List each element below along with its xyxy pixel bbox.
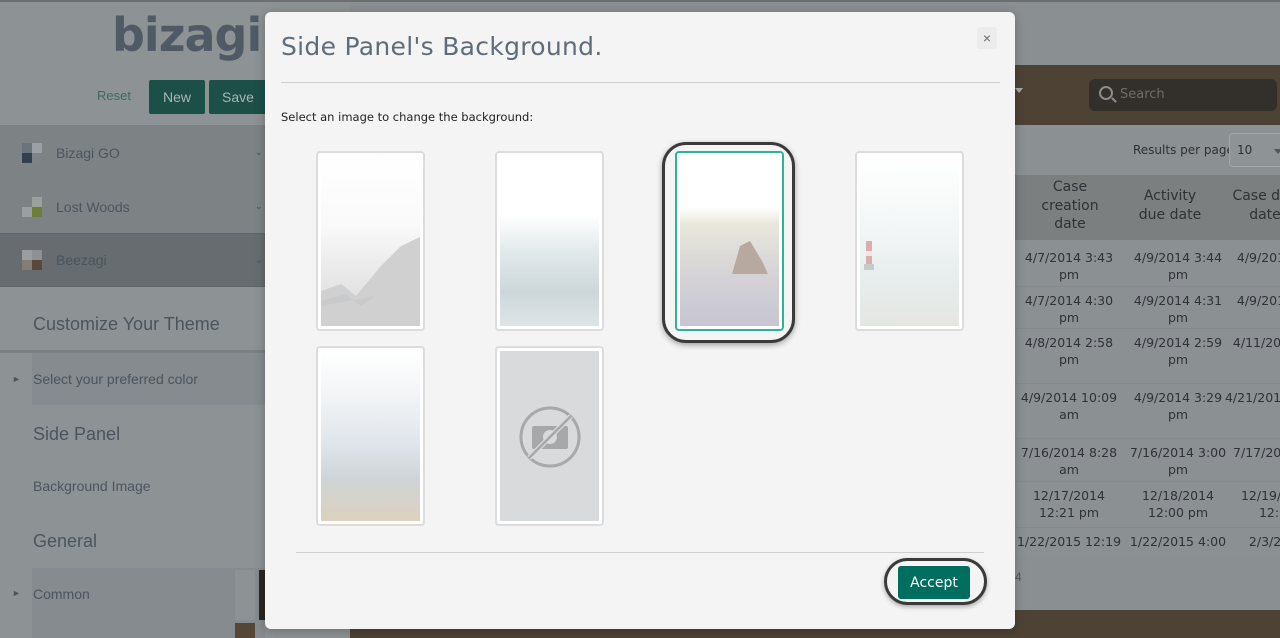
table-cell: 4/7/2014 4:30 pm [1024, 293, 1114, 325]
table-cell: 4/9/2014 pm [1236, 293, 1280, 308]
row-divider [1015, 328, 1280, 329]
select-color-label[interactable]: Select your preferred color [33, 371, 198, 387]
theme-swatch-icon [22, 142, 42, 163]
row-divider [1015, 481, 1280, 482]
row-divider [1015, 527, 1280, 528]
table-cell: 4/9/2014 2:59 pm [1133, 335, 1223, 367]
results-per-page-value: 10 [1237, 143, 1253, 157]
bg-option-mountain[interactable] [316, 151, 425, 331]
theme-swatch-icon [22, 196, 42, 217]
pager-page[interactable]: 4 [1015, 570, 1022, 584]
theme-item-bizagi-go[interactable]: Bizagi GO ⌄ [0, 125, 265, 179]
table-cell: 4/9/2014 10:09 am [1020, 390, 1118, 422]
no-image-placeholder [500, 351, 599, 521]
accept-button[interactable]: Accept [898, 566, 970, 599]
table-cell: 12/18/2014 12:00 pm [1141, 488, 1215, 520]
column-header[interactable]: Case due date [1225, 187, 1280, 224]
bg-option-sea-rock[interactable] [675, 151, 784, 331]
table-cell: 4/9/2014 pm [1236, 250, 1280, 265]
table-cell: 1/22/2015 4:00 [1129, 534, 1227, 549]
chevron-down-icon: ⌄ [254, 254, 263, 266]
table-cell: 12/17/2014 12:21 pm [1032, 488, 1106, 520]
bg-option-lighthouse[interactable] [855, 151, 964, 331]
glacier-image [500, 156, 599, 326]
table-cell: 4/9/2014 3:44 pm [1133, 250, 1223, 282]
table-cell: 4/7/2014 3:43 pm [1024, 250, 1114, 282]
search-input[interactable]: Search [1089, 79, 1277, 111]
dialog-instruction: Select an image to change the background… [281, 110, 534, 124]
bg-option-glacier[interactable] [495, 151, 604, 331]
table-cell: 4/11/2014 pm [1232, 335, 1280, 350]
row-divider [1015, 383, 1280, 384]
results-per-page-label: Results per page [1133, 143, 1234, 157]
lighthouse-image [860, 156, 959, 326]
search-placeholder: Search [1120, 87, 1165, 102]
sea-rock-image [680, 156, 779, 326]
theme-name: Bizagi GO [56, 144, 120, 161]
background-image-label[interactable]: Background Image [33, 478, 151, 494]
theme-name: Beezagi [56, 252, 107, 268]
close-button[interactable]: × [977, 27, 997, 49]
row-divider [1015, 438, 1280, 439]
caret-right-icon: ► [12, 588, 21, 598]
table-cell: 2/3/2015 [1248, 534, 1280, 549]
color-chip[interactable] [235, 570, 255, 620]
table-cell: 7/16/2014 8:28 am [1020, 445, 1118, 477]
laptop-image [321, 351, 420, 521]
table-cell: 7/16/2014 3:00 pm [1129, 445, 1227, 477]
table-cell: 4/9/2014 3:29 pm [1133, 390, 1223, 422]
row-divider [1015, 286, 1280, 287]
table-cell: 7/17/2014 am [1233, 445, 1280, 460]
customize-theme-title: Customize Your Theme [33, 314, 220, 334]
chevron-down-icon: ⌄ [254, 147, 263, 158]
dialog-title: Side Panel's Background. [281, 32, 603, 61]
caret-right-icon: ► [12, 374, 21, 384]
save-button[interactable]: Save [209, 80, 267, 114]
column-header[interactable]: Case creation date [1030, 178, 1110, 234]
common-row[interactable] [32, 568, 265, 638]
no-camera-icon [519, 406, 581, 468]
search-icon [1099, 86, 1113, 100]
theme-swatch-icon [22, 250, 42, 270]
close-icon: × [982, 30, 992, 46]
new-button[interactable]: New [149, 80, 205, 114]
common-label[interactable]: Common [33, 586, 90, 602]
theme-item-beezagi[interactable]: Beezagi ⌄ [0, 233, 265, 287]
chevron-down-icon: ⌄ [254, 201, 263, 212]
bg-option-laptop[interactable] [316, 346, 425, 526]
table-cell: 4/8/2014 2:58 pm [1024, 335, 1114, 367]
general-title: General [33, 531, 98, 551]
mountain-image [321, 156, 420, 326]
divider [281, 82, 1000, 83]
table-cell: 4/9/2014 4:31 pm [1133, 293, 1223, 325]
table-cell: 4/21/2014 10:09 [1224, 390, 1280, 405]
theme-item-lost-woods[interactable]: Lost Woods ⌄ [0, 179, 265, 233]
table-cell: 12/19/2014 12:00 [1240, 488, 1280, 520]
reset-link[interactable]: Reset [97, 88, 131, 103]
bizagi-logo: bizagi [112, 8, 262, 62]
chevron-down-icon [1274, 149, 1280, 154]
theme-list: Bizagi GO ⌄ Lost Woods ⌄ Beezagi ⌄ [0, 125, 265, 287]
table-cell: 1/22/2015 12:19 [1016, 534, 1122, 549]
color-chip[interactable] [235, 623, 255, 638]
theme-name: Lost Woods [56, 198, 130, 215]
column-header[interactable]: Activity due date [1130, 187, 1210, 224]
bg-option-no-image[interactable] [495, 346, 604, 526]
results-per-page-select[interactable]: 10 [1229, 133, 1280, 167]
divider [296, 552, 984, 553]
dropdown-arrow-icon[interactable] [1015, 88, 1023, 93]
side-panel-title: Side Panel [33, 424, 121, 444]
